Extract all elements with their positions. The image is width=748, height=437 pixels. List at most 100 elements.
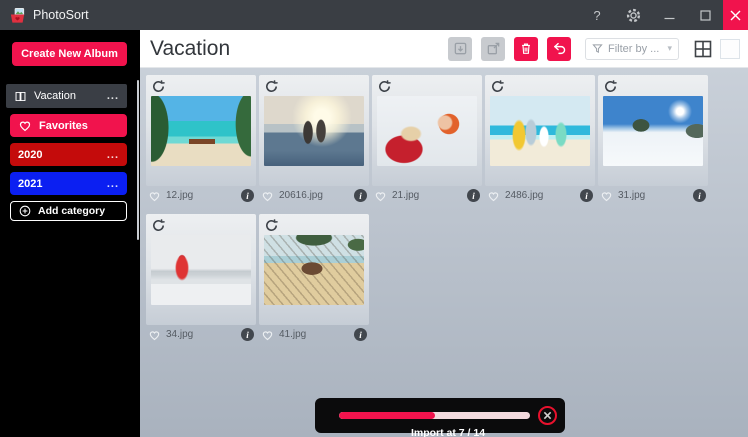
- page-title: Vacation: [150, 37, 230, 61]
- photo-meta: 20616.jpg i: [259, 188, 369, 203]
- single-view-button[interactable]: [720, 39, 740, 59]
- photo-filename: 12.jpg: [166, 190, 241, 201]
- photo-thumbnail[interactable]: [264, 96, 364, 166]
- filter-funnel-icon: [592, 43, 603, 54]
- rotate-icon[interactable]: [377, 79, 393, 94]
- sidebar-scrollbar[interactable]: [137, 80, 139, 240]
- photo-thumbnail[interactable]: [151, 235, 251, 305]
- photo-card: 41.jpg i: [259, 214, 369, 342]
- photo-thumbnail[interactable]: [264, 235, 364, 305]
- rotate-icon[interactable]: [264, 218, 280, 233]
- sidebar-item-2021[interactable]: 2021 ...: [10, 172, 127, 195]
- sidebar-item-favorites[interactable]: Favorites: [10, 114, 127, 137]
- photo-grid: 12.jpg i: [146, 75, 721, 353]
- photo-card: 20616.jpg i: [259, 75, 369, 203]
- info-button[interactable]: i: [580, 189, 593, 202]
- import-progress-fill: [339, 412, 435, 419]
- photo-tile[interactable]: [259, 214, 369, 325]
- cancel-import-button[interactable]: [538, 406, 557, 425]
- undo-button[interactable]: [547, 37, 571, 61]
- photo-meta: 12.jpg i: [146, 188, 256, 203]
- titlebar: PhotoSort ?: [0, 0, 748, 30]
- rotate-icon[interactable]: [264, 79, 280, 94]
- album-more-button[interactable]: ...: [107, 90, 119, 102]
- favorite-heart-icon[interactable]: [148, 329, 161, 341]
- info-button[interactable]: i: [241, 328, 254, 341]
- favorite-heart-icon[interactable]: [487, 190, 500, 202]
- photo-meta: 31.jpg i: [598, 188, 708, 203]
- photo-meta: 41.jpg i: [259, 327, 369, 342]
- minimize-button[interactable]: [651, 0, 687, 30]
- photo-tile[interactable]: [372, 75, 482, 186]
- app-logo-icon: [9, 7, 26, 24]
- close-button[interactable]: [723, 0, 748, 30]
- import-progress-bar: [339, 412, 530, 419]
- photo-tile[interactable]: [485, 75, 595, 186]
- add-category-button[interactable]: Add category: [10, 201, 127, 221]
- main-header: Vacation: [140, 30, 748, 68]
- main-panel: Vacation: [140, 30, 748, 437]
- photo-card: 12.jpg i: [146, 75, 256, 203]
- photo-filename: 34.jpg: [166, 329, 241, 340]
- maximize-button[interactable]: [687, 0, 723, 30]
- photo-meta: 34.jpg i: [146, 327, 256, 342]
- photo-tile[interactable]: [598, 75, 708, 186]
- grid-view-button[interactable]: [693, 39, 713, 59]
- import-progress-popup: Import at 7 / 14: [315, 398, 565, 433]
- category-more-button[interactable]: ...: [107, 149, 119, 161]
- rotate-icon[interactable]: [603, 79, 619, 94]
- filter-placeholder: Filter by ...: [608, 43, 667, 55]
- photo-meta: 2486.jpg i: [485, 188, 595, 203]
- favorite-heart-icon[interactable]: [261, 329, 274, 341]
- rotate-icon[interactable]: [151, 218, 167, 233]
- photo-card: 21.jpg i: [372, 75, 482, 203]
- favorite-heart-icon[interactable]: [261, 190, 274, 202]
- photo-thumbnail[interactable]: [151, 96, 251, 166]
- category-more-button[interactable]: ...: [107, 178, 119, 190]
- sidebar-item-label: 2020: [18, 149, 42, 161]
- sidebar-item-label: Vacation: [34, 90, 76, 102]
- photo-meta: 21.jpg i: [372, 188, 482, 203]
- sidebar-item-2020[interactable]: 2020 ...: [10, 143, 127, 166]
- sidebar-item-label: Favorites: [39, 120, 88, 132]
- rotate-icon[interactable]: [490, 79, 506, 94]
- sidebar-item-label: 2021: [18, 178, 42, 190]
- create-new-album-button[interactable]: Create New Album: [12, 42, 127, 66]
- info-button[interactable]: i: [693, 189, 706, 202]
- toolbar: Filter by ... ▾: [439, 37, 740, 61]
- heart-icon: [18, 119, 32, 132]
- info-button[interactable]: i: [354, 328, 367, 341]
- photo-card: 34.jpg i: [146, 214, 256, 342]
- album-book-icon: [14, 90, 27, 103]
- info-button[interactable]: i: [354, 189, 367, 202]
- info-button[interactable]: i: [467, 189, 480, 202]
- rotate-icon[interactable]: [151, 79, 167, 94]
- photo-thumbnail[interactable]: [603, 96, 703, 166]
- photo-tile[interactable]: [146, 75, 256, 186]
- photo-tile[interactable]: [146, 214, 256, 325]
- photo-tile[interactable]: [259, 75, 369, 186]
- chevron-down-icon: ▾: [667, 43, 672, 54]
- sidebar-item-vacation-album[interactable]: Vacation ...: [6, 84, 127, 108]
- sidebar-item-label: Add category: [38, 205, 105, 217]
- app-title: PhotoSort: [33, 8, 89, 22]
- photo-card: 31.jpg i: [598, 75, 708, 203]
- photo-thumbnail[interactable]: [490, 96, 590, 166]
- favorite-heart-icon[interactable]: [374, 190, 387, 202]
- delete-button[interactable]: [514, 37, 538, 61]
- category-list: Vacation ... Favorites 2020 ... 2021 ...: [0, 84, 140, 221]
- favorite-heart-icon[interactable]: [600, 190, 613, 202]
- settings-gear-icon[interactable]: [615, 0, 651, 30]
- export-button[interactable]: [481, 37, 505, 61]
- photo-filename: 20616.jpg: [279, 190, 354, 201]
- photo-grid-area: 12.jpg i: [140, 68, 748, 437]
- help-icon[interactable]: ?: [579, 0, 615, 30]
- photo-filename: 2486.jpg: [505, 190, 580, 201]
- photo-thumbnail[interactable]: [377, 96, 477, 166]
- info-button[interactable]: i: [241, 189, 254, 202]
- filter-dropdown[interactable]: Filter by ... ▾: [585, 38, 679, 60]
- photo-card: 2486.jpg i: [485, 75, 595, 203]
- import-button[interactable]: [448, 37, 472, 61]
- photo-filename: 21.jpg: [392, 190, 467, 201]
- favorite-heart-icon[interactable]: [148, 190, 161, 202]
